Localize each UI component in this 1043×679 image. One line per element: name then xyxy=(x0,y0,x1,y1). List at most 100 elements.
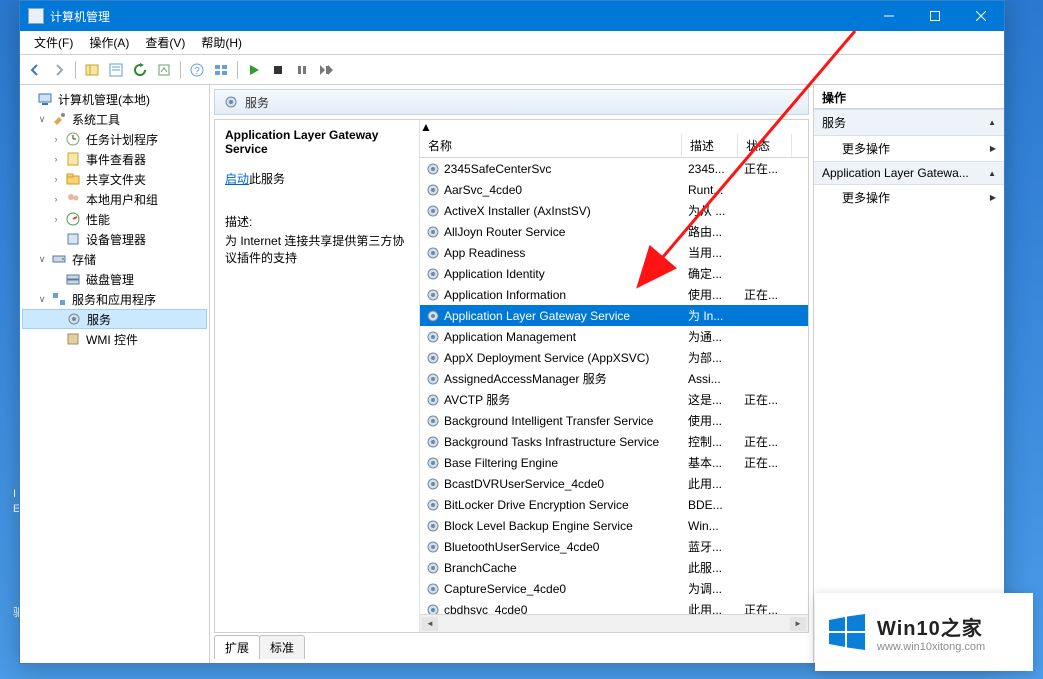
service-desc: 此服... xyxy=(682,559,738,576)
horizontal-scrollbar[interactable]: ◄ ► xyxy=(420,614,808,632)
menu-action[interactable]: 操作(A) xyxy=(81,31,137,54)
tree-system-tools[interactable]: 系统工具 xyxy=(70,111,122,128)
service-name: Base Filtering Engine xyxy=(444,456,558,470)
scroll-left-icon[interactable]: ◄ xyxy=(422,617,438,631)
view-button[interactable] xyxy=(210,59,232,81)
tree-wmi[interactable]: WMI 控件 xyxy=(84,331,140,348)
tree-performance[interactable]: 性能 xyxy=(84,211,112,228)
start-service-button[interactable] xyxy=(243,59,265,81)
close-button[interactable] xyxy=(958,1,1004,31)
tree-expand-icon[interactable]: › xyxy=(50,214,62,224)
tree-device-manager[interactable]: 设备管理器 xyxy=(84,231,148,248)
tree-storage[interactable]: 存储 xyxy=(70,251,98,268)
service-row[interactable]: CaptureService_4cde0为调... xyxy=(420,578,808,599)
service-name: BranchCache xyxy=(444,561,517,575)
actions-title: 操作 xyxy=(814,85,1004,109)
service-row[interactable]: BitLocker Drive Encryption ServiceBDE... xyxy=(420,494,808,515)
clock-icon xyxy=(65,131,81,147)
service-row[interactable]: BluetoothUserService_4cde0蓝牙... xyxy=(420,536,808,557)
tab-standard[interactable]: 标准 xyxy=(259,635,305,659)
service-row[interactable]: App Readiness当用... xyxy=(420,242,808,263)
tree-shared-folders[interactable]: 共享文件夹 xyxy=(84,171,148,188)
service-row[interactable]: Application Layer Gateway Service为 In... xyxy=(420,305,808,326)
service-row[interactable]: Block Level Backup Engine ServiceWin... xyxy=(420,515,808,536)
tree-services-apps[interactable]: 服务和应用程序 xyxy=(70,291,158,308)
tree-root[interactable]: 计算机管理(本地) xyxy=(56,91,152,108)
service-row[interactable]: BranchCache 此服... xyxy=(420,557,808,578)
tree-expand-icon[interactable]: › xyxy=(50,174,62,184)
tree-event-viewer[interactable]: 事件查看器 xyxy=(84,151,148,168)
tree-local-users[interactable]: 本地用户和组 xyxy=(84,191,160,208)
column-desc[interactable]: 描述 xyxy=(682,134,738,157)
restart-service-button[interactable] xyxy=(315,59,337,81)
tree-collapse-icon[interactable]: ∨ xyxy=(36,114,48,125)
tree-expand-icon[interactable]: › xyxy=(50,194,62,204)
gear-icon xyxy=(426,162,440,176)
forward-button[interactable] xyxy=(48,59,70,81)
refresh-button[interactable] xyxy=(129,59,151,81)
service-row[interactable]: Base Filtering Engine基本...正在... xyxy=(420,452,808,473)
tree-disk-mgmt[interactable]: 磁盘管理 xyxy=(84,271,136,288)
column-name[interactable]: 名称 xyxy=(420,134,682,157)
service-desc: 为从 ... xyxy=(682,202,738,219)
help-button[interactable]: ? xyxy=(186,59,208,81)
tree-expand-icon[interactable]: › xyxy=(50,154,62,164)
window-title: 计算机管理 xyxy=(50,8,866,25)
sort-asc-icon: ▲ xyxy=(420,120,808,134)
stop-service-button[interactable] xyxy=(267,59,289,81)
watermark-brand: Win10之家 www.win10xitong.com xyxy=(815,593,1033,671)
users-icon xyxy=(65,191,81,207)
close-icon xyxy=(976,11,986,21)
service-name: CaptureService_4cde0 xyxy=(444,582,566,596)
menu-help[interactable]: 帮助(H) xyxy=(193,31,250,54)
tree-expand-icon[interactable]: › xyxy=(50,134,62,144)
service-name: Application Management xyxy=(444,330,576,344)
gear-icon xyxy=(426,477,440,491)
column-status[interactable]: 状态 xyxy=(738,134,792,157)
svg-text:?: ? xyxy=(194,66,200,77)
service-row[interactable]: Application Information使用...正在... xyxy=(420,284,808,305)
service-row[interactable]: ActiveX Installer (AxInstSV)为从 ... xyxy=(420,200,808,221)
service-row[interactable]: AppX Deployment Service (AppXSVC)为部... xyxy=(420,347,808,368)
tab-extended[interactable]: 扩展 xyxy=(214,635,260,659)
actions-section-services[interactable]: 服务 ▲ xyxy=(814,109,1004,136)
actions-more-1[interactable]: 更多操作 ▶ xyxy=(814,136,1004,161)
properties-button[interactable] xyxy=(105,59,127,81)
back-button[interactable] xyxy=(24,59,46,81)
service-desc: 使用... xyxy=(682,286,738,303)
tree-pane[interactable]: 计算机管理(本地) ∨ 系统工具 › 任务计划程序 › 事件查看器 › 共享文件… xyxy=(20,85,210,663)
pause-service-button[interactable] xyxy=(291,59,313,81)
services-list-body[interactable]: 2345SafeCenterSvc2345...正在...AarSvc_4cde… xyxy=(420,158,808,614)
service-row[interactable]: Application Identity确定... xyxy=(420,263,808,284)
tree-collapse-icon[interactable]: ∨ xyxy=(36,294,48,305)
actions-more-2[interactable]: 更多操作 ▶ xyxy=(814,185,1004,210)
service-row[interactable]: AVCTP 服务这是...正在... xyxy=(420,389,808,410)
start-service-link[interactable]: 启动 xyxy=(225,172,249,186)
menu-file[interactable]: 文件(F) xyxy=(26,31,81,54)
tree-task-scheduler[interactable]: 任务计划程序 xyxy=(84,131,160,148)
gear-icon xyxy=(426,435,440,449)
service-row[interactable]: 2345SafeCenterSvc2345...正在... xyxy=(420,158,808,179)
brand-title: Win10之家 xyxy=(877,612,985,641)
titlebar[interactable]: 计算机管理 xyxy=(20,1,1004,31)
gear-icon xyxy=(426,519,440,533)
maximize-button[interactable] xyxy=(912,1,958,31)
service-row[interactable]: Application Management为通... xyxy=(420,326,808,347)
actions-section-selected[interactable]: Application Layer Gatewa... ▲ xyxy=(814,161,1004,185)
service-row[interactable]: AssignedAccessManager 服务Assi... xyxy=(420,368,808,389)
service-row[interactable]: AllJoyn Router Service路由... xyxy=(420,221,808,242)
service-row[interactable]: Background Intelligent Transfer Service使… xyxy=(420,410,808,431)
service-row[interactable]: cbdhsvc_4cde0此用...正在... xyxy=(420,599,808,614)
minimize-button[interactable] xyxy=(866,1,912,31)
tree-collapse-icon[interactable]: ∨ xyxy=(36,254,48,265)
services-title: 服务 xyxy=(245,94,269,111)
scroll-right-icon[interactable]: ► xyxy=(790,617,806,631)
show-hide-tree-button[interactable] xyxy=(81,59,103,81)
menu-view[interactable]: 查看(V) xyxy=(137,31,193,54)
export-list-button[interactable] xyxy=(153,59,175,81)
service-row[interactable]: Background Tasks Infrastructure Service控… xyxy=(420,431,808,452)
service-row[interactable]: BcastDVRUserService_4cde0此用... xyxy=(420,473,808,494)
tree-services[interactable]: 服务 xyxy=(85,311,113,328)
computer-management-window: 计算机管理 文件(F) 操作(A) 查看(V) 帮助(H) ? xyxy=(19,0,1005,664)
service-row[interactable]: AarSvc_4cde0Runt... xyxy=(420,179,808,200)
